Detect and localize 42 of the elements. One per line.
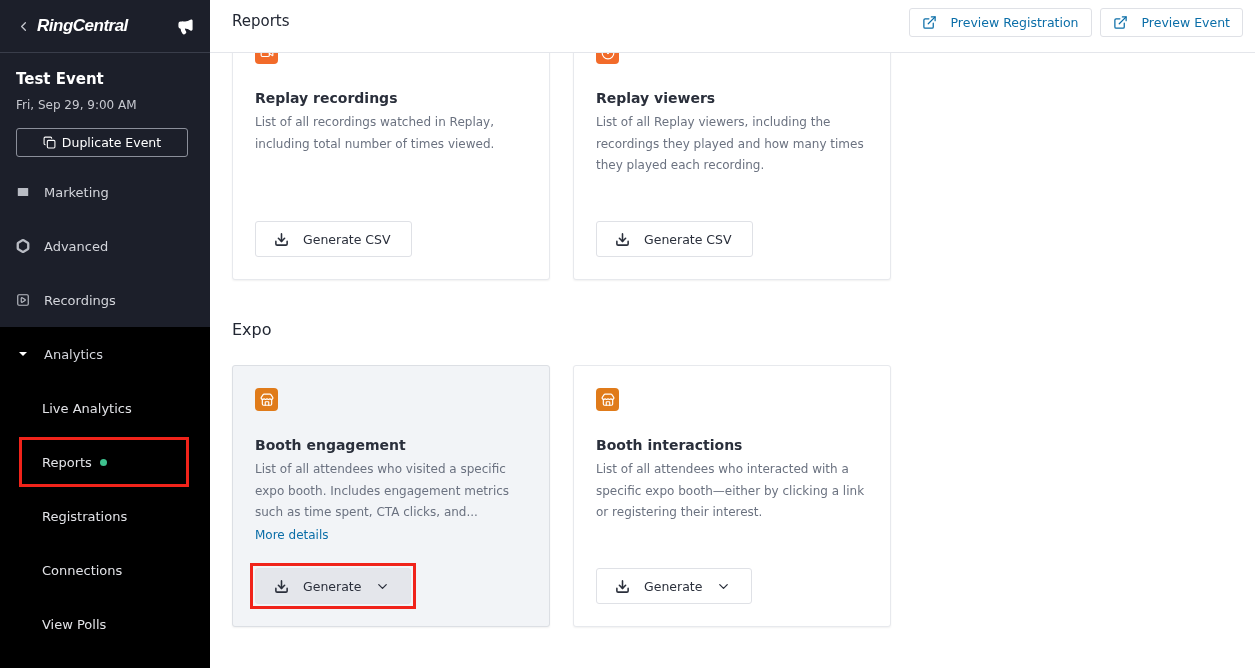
copy-icon — [42, 136, 56, 149]
preview-button[interactable]: Preview Event — [1099, 7, 1243, 37]
download-icon — [615, 231, 630, 247]
generate-button[interactable]: Generate CSV — [596, 221, 753, 257]
download-icon — [274, 578, 289, 594]
nav-item[interactable]: Advanced — [0, 219, 210, 273]
event-date: Fri, Sep 29, 9:00 AM — [16, 98, 138, 112]
nav-subitem[interactable]: Live Analytics — [22, 386, 152, 430]
logo: RingCentral — [37, 16, 130, 36]
card-description: List of all recordings watched in Replay, including total number of times viewed. — [255, 114, 496, 153]
nav-item[interactable]: Marketing — [0, 165, 210, 219]
event-title: Test Event — [16, 70, 105, 88]
external-link-icon — [921, 14, 937, 30]
booth-icon — [255, 388, 278, 411]
card-title: Replay viewers — [596, 90, 717, 106]
nav-subitem[interactable]: Reports — [22, 440, 186, 484]
card-title: Replay recordings — [255, 90, 399, 106]
card-description: List of all Replay viewers, including the recordings they played and how many times they played each recording. — [596, 114, 865, 174]
generate-button[interactable]: Generate — [255, 568, 412, 604]
generate-button[interactable]: Generate CSV — [255, 221, 412, 257]
nav-item[interactable]: Recordings — [0, 273, 210, 327]
card-title: Booth interactions — [596, 437, 744, 453]
card-description: List of all attendees who interacted with a specific expo booth—either by clicking a link or registering their interest. — [596, 461, 866, 521]
external-link-icon — [1112, 14, 1128, 30]
generate-button[interactable]: Generate — [596, 568, 753, 604]
nav-subitem[interactable]: Registrations — [22, 494, 148, 538]
megaphone-icon[interactable] — [177, 17, 194, 35]
preview-button[interactable]: Preview Registration — [908, 7, 1092, 37]
booth-icon — [596, 388, 619, 411]
page-title: Reports — [232, 12, 291, 30]
card-title: Booth engagement — [255, 437, 407, 453]
duplicate-event-button[interactable]: Duplicate Event — [16, 128, 188, 157]
more-details-link[interactable]: More details — [255, 527, 329, 542]
play-icon — [16, 293, 30, 307]
nav-subitem[interactable]: Connections — [22, 548, 143, 592]
nav-item[interactable]: Analytics — [0, 327, 210, 381]
hexagon-icon — [16, 239, 30, 253]
nav-subitem[interactable]: View Polls — [22, 602, 127, 646]
section-heading: Expo — [232, 320, 273, 339]
card-description: List of all attendees who visited a specific expo booth. Includes engagement metrics such as time spent, CTA clicks, and... — [255, 461, 511, 521]
download-icon — [615, 578, 630, 594]
download-icon — [274, 231, 289, 247]
